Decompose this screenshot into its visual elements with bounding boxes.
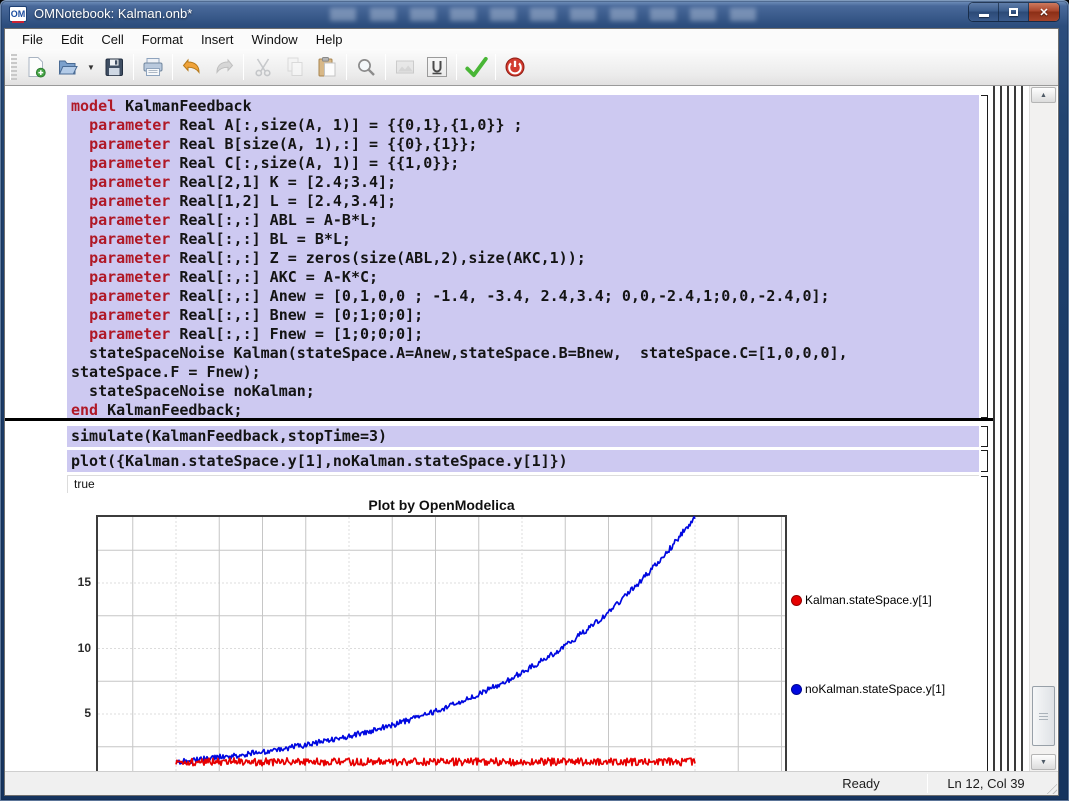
simulate-cell[interactable]: simulate(KalmanFeedback,stopTime=3): [67, 426, 979, 447]
image-button[interactable]: [389, 53, 421, 81]
underline-button[interactable]: [421, 53, 453, 81]
menu-help[interactable]: Help: [307, 30, 352, 49]
group-cell-line: [1000, 86, 1002, 771]
cell-bracket-model[interactable]: [981, 95, 988, 418]
new-button[interactable]: [20, 53, 52, 81]
app-icon: OM: [9, 6, 27, 22]
search-button[interactable]: [350, 53, 382, 81]
notebook: model KalmanFeedback parameter Real A[:,…: [5, 86, 1058, 771]
legend-label: Kalman.stateSpace.y[1]: [805, 593, 932, 607]
plot-chart: [96, 515, 787, 771]
legend-item-kalman: Kalman.stateSpace.y[1]: [791, 593, 932, 607]
statusbar-separator: [927, 774, 928, 793]
cell-bracket-plot[interactable]: [981, 450, 988, 472]
plot-title: Plot by OpenModelica: [96, 497, 787, 513]
resize-grip[interactable]: [1044, 781, 1057, 794]
minimize-icon: [979, 14, 989, 17]
status-message: Ready: [806, 776, 916, 791]
print-button[interactable]: [137, 53, 169, 81]
stop-button[interactable]: [499, 53, 531, 81]
new-document-icon: [24, 55, 48, 79]
group-cell-line: [993, 86, 995, 771]
maximize-icon: [1009, 8, 1018, 16]
image-icon: [393, 55, 417, 79]
evaluate-check-icon: [463, 54, 489, 80]
y-axis-tick-label: 5: [43, 706, 91, 720]
underline-icon: [425, 55, 449, 79]
legend-item-nokalman: noKalman.stateSpace.y[1]: [791, 682, 945, 696]
open-dropdown-button[interactable]: ▼: [84, 53, 98, 81]
vertical-scrollbar[interactable]: ▲ ▼: [1029, 86, 1057, 771]
cursor-position: Ln 12, Col 39: [936, 776, 1036, 791]
client-area: File Edit Cell Format Insert Window Help…: [4, 28, 1059, 796]
scrollbar-thumb[interactable]: [1032, 686, 1055, 746]
window-controls: ✕: [969, 3, 1059, 21]
legend-marker: [791, 684, 802, 695]
open-button[interactable]: [52, 53, 84, 81]
output-cell[interactable]: true: [67, 475, 979, 493]
cell-cursor-line: [5, 418, 993, 421]
undo-icon: [180, 55, 204, 79]
model-cell[interactable]: model KalmanFeedback parameter Real A[:,…: [67, 95, 979, 418]
arrow-up-icon: ▲: [1040, 92, 1047, 99]
background-window-ghost: [330, 8, 760, 21]
menu-window[interactable]: Window: [242, 30, 306, 49]
plot-canvas: [96, 515, 787, 771]
menu-cell[interactable]: Cell: [92, 30, 132, 49]
menu-insert[interactable]: Insert: [192, 30, 243, 49]
save-icon: [102, 55, 126, 79]
close-icon: ✕: [1039, 6, 1048, 19]
toolbar: ▼: [5, 49, 1058, 86]
menu-format[interactable]: Format: [133, 30, 192, 49]
close-button[interactable]: ✕: [1029, 3, 1059, 21]
print-icon: [141, 55, 165, 79]
group-cell-line: [1021, 86, 1023, 771]
cell-bracket-output[interactable]: [981, 476, 988, 771]
open-folder-icon: [56, 55, 80, 79]
menubar: File Edit Cell Format Insert Window Help: [5, 29, 1058, 49]
y-axis-tick-label: 10: [43, 641, 91, 655]
copy-icon: [283, 55, 307, 79]
save-button[interactable]: [98, 53, 130, 81]
redo-icon: [212, 55, 236, 79]
cut-scissors-icon: [251, 55, 275, 79]
y-axis-tick-label: 15: [43, 575, 91, 589]
statusbar: Ready Ln 12, Col 39: [5, 771, 1058, 795]
app-window: OM OMNotebook: Kalman.onb* ✕ File Edit C…: [0, 0, 1069, 801]
window-title: OMNotebook: Kalman.onb*: [34, 6, 192, 21]
legend-label: noKalman.stateSpace.y[1]: [805, 682, 945, 696]
legend-marker: [791, 595, 802, 606]
undo-button[interactable]: [176, 53, 208, 81]
stop-power-icon: [503, 55, 527, 79]
titlebar: OM OMNotebook: Kalman.onb* ✕: [0, 0, 1069, 28]
arrow-down-icon: ▼: [1040, 759, 1047, 766]
cell-bracket-simulate[interactable]: [981, 426, 988, 447]
paste-clipboard-icon: [315, 55, 339, 79]
group-cell-line: [1007, 86, 1009, 771]
search-icon: [354, 55, 378, 79]
scroll-up-button[interactable]: ▲: [1031, 87, 1056, 103]
scroll-down-button[interactable]: ▼: [1031, 754, 1056, 770]
toolbar-grip[interactable]: [10, 54, 17, 80]
menu-file[interactable]: File: [13, 30, 52, 49]
redo-button[interactable]: [208, 53, 240, 81]
plot-cell[interactable]: plot({Kalman.stateSpace.y[1],noKalman.st…: [67, 450, 979, 472]
menu-edit[interactable]: Edit: [52, 30, 92, 49]
minimize-button[interactable]: [969, 3, 999, 21]
paste-button[interactable]: [311, 53, 343, 81]
copy-button[interactable]: [279, 53, 311, 81]
cut-button[interactable]: [247, 53, 279, 81]
chevron-down-icon: ▼: [87, 63, 95, 72]
evaluate-button[interactable]: [460, 53, 492, 81]
group-cell-line: [1014, 86, 1016, 771]
maximize-button[interactable]: [999, 3, 1029, 21]
